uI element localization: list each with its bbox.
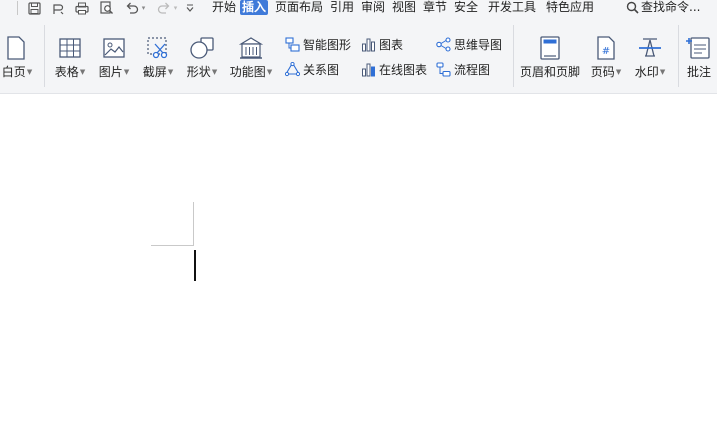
shape-dropdown-icon: ▼ <box>211 67 218 76</box>
shape-icon <box>189 35 215 61</box>
command-search[interactable]: 查找命令... <box>626 0 700 15</box>
comment-button[interactable]: 批注 <box>682 17 716 93</box>
picture-icon <box>101 35 127 61</box>
screenshot-dropdown-icon: ▼ <box>167 67 174 76</box>
table-dropdown-icon: ▼ <box>79 67 86 76</box>
watermark-button[interactable]: 水印 ▼ <box>629 17 671 93</box>
page-number-label: 页码 <box>590 65 615 79</box>
smart-shape-button[interactable]: 智能图形 <box>284 36 351 52</box>
command-search-label: 查找命令... <box>641 0 701 14</box>
function-chart-icon <box>238 35 264 61</box>
shape-label: 形状 <box>186 65 211 79</box>
page-corner-mark-vertical <box>193 202 194 246</box>
table-icon <box>57 35 83 61</box>
save-icon[interactable] <box>26 0 42 16</box>
relationship-chart-label: 关系图 <box>303 62 340 77</box>
blank-page-label: 白页 <box>1 65 26 79</box>
redo-dropdown-icon: ▾ <box>173 4 178 12</box>
header-footer-icon <box>537 35 563 61</box>
relationship-chart-button[interactable]: 关系图 <box>284 61 339 77</box>
function-chart-button[interactable]: 功能图 ▼ <box>226 17 276 93</box>
tab-references[interactable]: 引用 <box>329 0 355 15</box>
tab-page-layout[interactable]: 页面布局 <box>274 0 324 15</box>
tab-developer-tools[interactable]: 开发工具 <box>487 0 537 15</box>
text-cursor <box>194 250 196 281</box>
screenshot-button[interactable]: 截屏 ▼ <box>137 17 179 93</box>
page-number-icon: # <box>593 35 619 61</box>
online-chart-label: 在线图表 <box>379 62 428 77</box>
ribbon-divider <box>678 25 679 87</box>
tab-security[interactable]: 安全 <box>453 0 479 15</box>
chart-label: 图表 <box>379 37 404 52</box>
page-number-button[interactable]: # 页码 ▼ <box>586 17 626 93</box>
mind-map-button[interactable]: 思维导图 <box>435 36 502 52</box>
ribbon-divider <box>513 25 514 87</box>
tab-special-apps[interactable]: 特色应用 <box>545 0 595 15</box>
tab-start[interactable]: 开始 <box>211 0 237 15</box>
mind-map-label: 思维导图 <box>454 37 503 52</box>
smart-shape-icon <box>284 36 300 52</box>
page-corner-mark-horizontal <box>151 245 194 246</box>
relationship-chart-icon <box>284 61 300 77</box>
smart-shape-label: 智能图形 <box>303 37 352 52</box>
header-footer-label: 页眉和页脚 <box>519 65 580 79</box>
menu-bar: ▾ ▾ 开始 插入 页面布局 引用 审阅 视图 章节 安全 开发工具 特色应用 … <box>0 0 717 17</box>
header-footer-button[interactable]: 页眉和页脚 <box>518 17 582 93</box>
search-icon <box>626 1 639 14</box>
quick-access-divider <box>17 1 18 15</box>
svg-text:#: # <box>602 46 610 57</box>
flowchart-label: 流程图 <box>454 62 491 77</box>
customize-dropdown-icon[interactable] <box>182 0 198 16</box>
tab-review[interactable]: 审阅 <box>360 0 386 15</box>
page-number-dropdown-icon: ▼ <box>615 67 622 76</box>
comment-icon <box>686 35 712 61</box>
picture-label: 图片 <box>98 65 123 79</box>
redo-icon <box>156 0 172 16</box>
function-chart-dropdown-icon: ▼ <box>266 67 273 76</box>
mind-map-icon <box>435 36 451 52</box>
chart-button[interactable]: 图表 <box>360 36 403 52</box>
function-chart-label: 功能图 <box>229 65 266 79</box>
blank-page-dropdown-icon: ▼ <box>26 67 33 76</box>
tab-insert[interactable]: 插入 <box>240 0 269 15</box>
shape-button[interactable]: 形状 ▼ <box>181 17 223 93</box>
document-canvas[interactable] <box>0 94 717 445</box>
print-icon[interactable] <box>74 0 90 16</box>
online-chart-button[interactable]: 在线图表 <box>360 61 427 77</box>
watermark-dropdown-icon: ▼ <box>659 67 666 76</box>
screenshot-icon <box>145 35 171 61</box>
comment-label: 批注 <box>686 65 711 79</box>
table-label: 表格 <box>54 65 79 79</box>
ribbon-divider <box>44 25 45 87</box>
online-chart-icon <box>360 61 376 77</box>
undo-icon[interactable] <box>124 0 140 16</box>
print-preview-icon[interactable] <box>99 0 115 16</box>
blank-page-icon <box>3 35 29 61</box>
blank-page-button[interactable]: 白页 ▼ <box>0 17 38 93</box>
insert-ribbon: 白页 ▼ 表格 ▼ 图片 ▼ 截屏 ▼ 形状 ▼ 功能图 ▼ 智能图形 关系图 … <box>0 17 717 94</box>
table-button[interactable]: 表格 ▼ <box>50 17 90 93</box>
flowchart-button[interactable]: 流程图 <box>435 61 490 77</box>
undo-dropdown-icon[interactable]: ▾ <box>139 0 148 16</box>
watermark-label: 水印 <box>634 65 659 79</box>
watermark-icon <box>637 35 663 61</box>
flowchart-icon <box>435 61 451 77</box>
tab-chapter[interactable]: 章节 <box>422 0 448 15</box>
tab-view[interactable]: 视图 <box>391 0 417 15</box>
convert-icon[interactable] <box>49 0 65 16</box>
screenshot-label: 截屏 <box>142 65 167 79</box>
bar-chart-icon <box>360 36 376 52</box>
picture-button[interactable]: 图片 ▼ <box>93 17 135 93</box>
picture-dropdown-icon: ▼ <box>123 67 130 76</box>
